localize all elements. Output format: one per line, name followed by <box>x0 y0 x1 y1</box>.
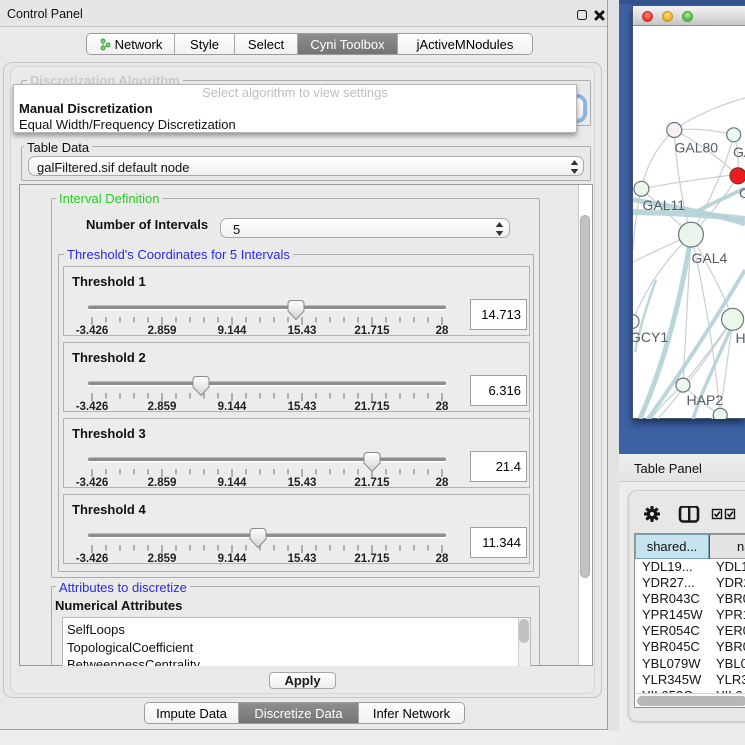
svg-text:28: 28 <box>436 477 449 489</box>
svg-text:15.43: 15.43 <box>288 477 317 489</box>
svg-text:2.859: 2.859 <box>148 553 177 565</box>
svg-text:15.43: 15.43 <box>288 401 317 413</box>
svg-text:15.43: 15.43 <box>288 325 317 337</box>
svg-text:GAL4: GAL4 <box>692 250 728 266</box>
svg-text:GAL80: GAL80 <box>675 140 719 156</box>
svg-text:-3.426: -3.426 <box>76 325 109 337</box>
svg-text:GCY1: GCY1 <box>633 329 668 345</box>
svg-text:9.144: 9.144 <box>218 553 247 565</box>
svg-text:-3.426: -3.426 <box>76 553 109 565</box>
svg-text:21.715: 21.715 <box>354 325 390 337</box>
svg-text:2.859: 2.859 <box>148 325 177 337</box>
svg-text:9.144: 9.144 <box>218 401 247 413</box>
svg-text:H: H <box>736 330 745 346</box>
svg-text:G: G <box>739 185 745 201</box>
svg-text:15.43: 15.43 <box>288 553 317 565</box>
svg-text:-3.426: -3.426 <box>76 401 109 413</box>
svg-text:9.144: 9.144 <box>218 325 247 337</box>
svg-text:GAL11: GAL11 <box>643 197 686 213</box>
svg-text:28: 28 <box>436 325 449 337</box>
svg-text:9.144: 9.144 <box>218 477 247 489</box>
svg-text:HAP2: HAP2 <box>687 392 724 408</box>
svg-text:2.859: 2.859 <box>148 401 177 413</box>
svg-text:28: 28 <box>436 553 449 565</box>
svg-text:21.715: 21.715 <box>354 477 390 489</box>
svg-text:21.715: 21.715 <box>354 401 390 413</box>
svg-text:-3.426: -3.426 <box>76 477 109 489</box>
svg-text:21.715: 21.715 <box>354 553 390 565</box>
svg-text:GA: GA <box>733 144 745 160</box>
svg-text:2.859: 2.859 <box>148 477 177 489</box>
svg-text:28: 28 <box>436 401 449 413</box>
